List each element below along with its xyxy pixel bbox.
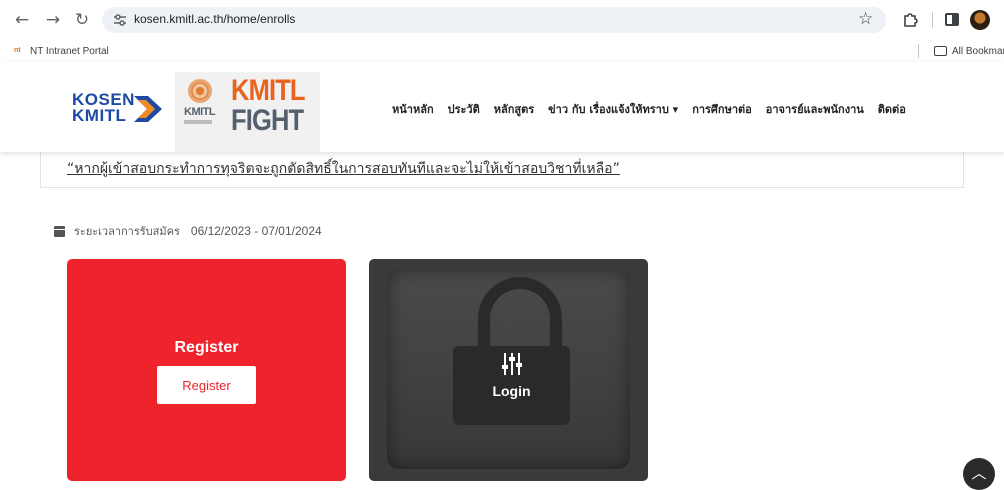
period-dates: 06/12/2023 - 07/01/2024 (190, 224, 322, 238)
url-text[interactable]: kosen.kmitl.ac.th/home/enrolls (134, 12, 295, 26)
reload-icon[interactable]: ↻ (72, 10, 92, 30)
bookmark-nt-intranet[interactable]: nt NT Intranet Portal (14, 43, 109, 59)
nav-history[interactable]: ประวัติ (448, 100, 480, 118)
kosen-logo-line2: KMITL (72, 106, 127, 125)
bookmark-star-icon[interactable]: ☆ (858, 9, 873, 29)
kmitl-small-caption (184, 120, 212, 124)
nt-favicon-icon: nt (14, 47, 21, 54)
nav-curriculum[interactable]: หลักสูตร (494, 100, 534, 118)
sliders-icon (502, 353, 522, 375)
bookmarks-divider (918, 44, 919, 58)
chevron-up-icon: ︿ (971, 464, 987, 482)
bookmark-label: NT Intranet Portal (30, 45, 109, 57)
scroll-to-top-button[interactable]: ︿ (963, 458, 995, 490)
back-arrow-icon[interactable]: ← (12, 10, 32, 30)
kmitl-fight-logo[interactable]: KMITL KMITL FIGHT (175, 72, 320, 152)
lock-icon: Login (453, 346, 570, 425)
calendar-icon (54, 225, 65, 237)
kosen-kmitl-logo[interactable]: KOSEN KMITL (72, 91, 162, 130)
all-bookmarks-button[interactable]: All Bookmar (934, 43, 1004, 59)
kmitl-emblem-icon (188, 79, 212, 103)
site-settings-icon[interactable] (112, 12, 128, 28)
enroll-period: ระยะเวลาการรับสมัคร 06/12/2023 - 07/01/2… (54, 222, 322, 240)
register-button[interactable]: Register (157, 366, 256, 404)
login-card[interactable]: Login (369, 259, 648, 481)
bookmarks-bar: nt NT Intranet Portal All Bookmar (0, 40, 1004, 62)
folder-icon (934, 46, 947, 56)
register-title: Register (174, 339, 239, 356)
forward-arrow-icon[interactable]: → (43, 10, 63, 30)
nav-contact[interactable]: ติดต่อ (878, 100, 906, 118)
kosen-arrow-icon (134, 96, 162, 122)
browser-toolbar: ← → ↻ kosen.kmitl.ac.th/home/enrolls ☆ (0, 0, 1004, 40)
notice-text: “หากผู้เข้าสอบกระทำการทุจริตจะถูกตัดสิทธ… (67, 161, 620, 177)
toolbar-divider (932, 12, 933, 28)
login-label[interactable]: Login (453, 383, 570, 399)
site-header: KOSEN KMITL KMITL KMITL FIGHT หน้าหลัก ป… (0, 62, 1004, 152)
fight-big-text: FIGHT (231, 104, 304, 137)
main-nav: หน้าหลัก ประวัติ หลักสูตร ข่าว กับ เรื่อ… (392, 100, 920, 118)
extensions-icon[interactable] (901, 9, 921, 29)
kmitl-small-text: KMITL (184, 106, 216, 118)
nav-staff[interactable]: อาจารย์และพนักงาน (766, 100, 864, 118)
all-bookmarks-label: All Bookmar (952, 45, 1004, 57)
register-card: Register Register (67, 259, 346, 481)
kmitl-big-text: KMITL (231, 74, 305, 107)
nav-news-dropdown[interactable]: ข่าว กับ เรื่องแจ้งให้ทราบ ▾ (548, 100, 678, 118)
side-panel-icon[interactable] (945, 13, 959, 26)
profile-avatar[interactable] (970, 10, 990, 30)
address-bar[interactable]: kosen.kmitl.ac.th/home/enrolls (102, 7, 886, 33)
nav-home[interactable]: หน้าหลัก (392, 100, 434, 118)
nav-further-study[interactable]: การศึกษาต่อ (692, 100, 752, 118)
period-label: ระยะเวลาการรับสมัคร (74, 225, 180, 238)
